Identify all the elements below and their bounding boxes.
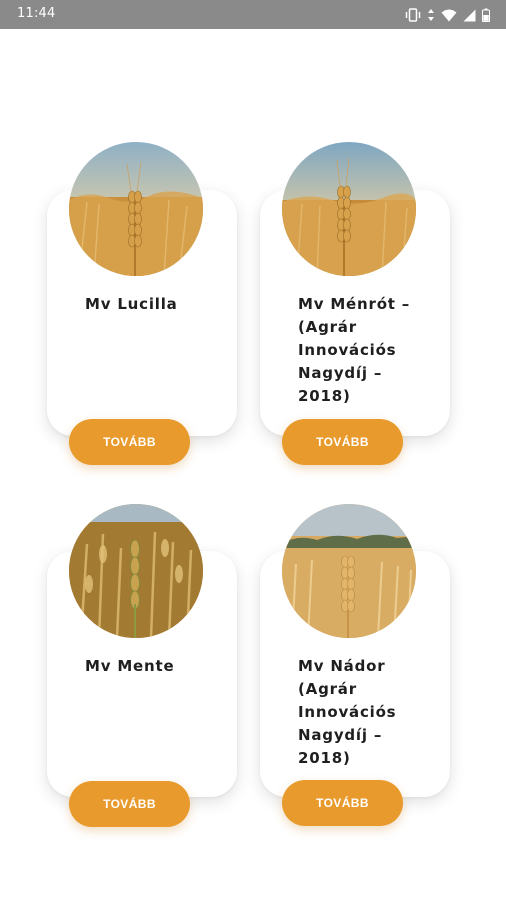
status-icons	[405, 5, 490, 25]
variety-title: Mv Nádor (Agrár Innovációs Nagydíj – 201…	[298, 657, 397, 767]
vibrate-icon	[405, 8, 421, 22]
tovabb-button[interactable]: TOVÁBB	[69, 419, 190, 465]
wheat-ear-photo	[69, 142, 203, 276]
wheat-ear-photo	[282, 142, 416, 276]
variety-title: Mv Lucilla	[85, 295, 178, 313]
wheat-field-photo	[69, 504, 203, 638]
wifi-icon	[441, 9, 457, 22]
wheat-field-photo	[282, 504, 416, 638]
variety-title: Mv Ménrót – (Agrár Innovációs Nagydíj – …	[298, 295, 411, 405]
tovabb-button[interactable]: TOVÁBB	[69, 781, 190, 827]
tovabb-button[interactable]: TOVÁBB	[282, 419, 403, 465]
status-time: 11:44	[17, 6, 56, 21]
battery-icon	[482, 8, 490, 22]
data-arrows-icon	[427, 8, 435, 22]
status-bar: 11:44	[0, 0, 506, 29]
signal-icon	[463, 9, 476, 22]
tovabb-button[interactable]: TOVÁBB	[282, 780, 403, 826]
variety-title: Mv Mente	[85, 657, 175, 675]
